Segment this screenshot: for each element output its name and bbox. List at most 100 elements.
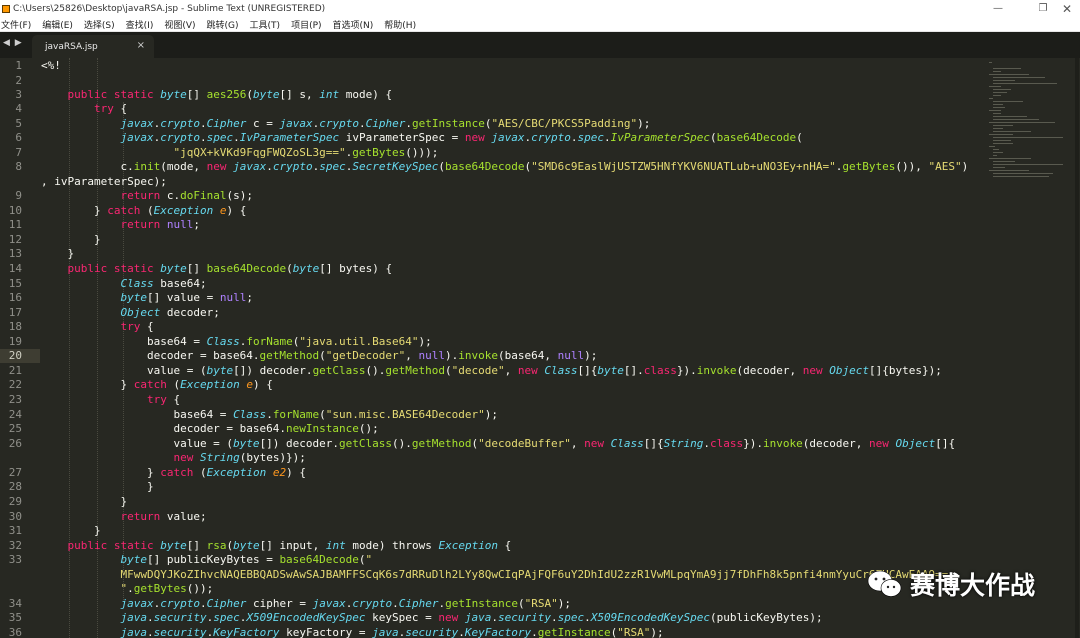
line-number: 27 [8,466,22,479]
minimap-line [993,176,1049,177]
line-number: 32 [8,539,22,552]
line-number: 23 [8,393,22,406]
code-line-32: public static byte[] rsa(byte[] input, i… [67,539,512,552]
line-number: 14 [8,262,22,275]
menu-preferences[interactable]: 首选项(N) [333,18,374,31]
code-line-4: try { [93,102,128,115]
minimap-line [993,80,1015,81]
minimap-line [993,152,1003,153]
minimap-line [989,146,995,147]
minimap-line [993,107,1005,108]
line-number: 17 [8,306,22,319]
code-line-15: Class base64; [120,277,207,290]
code-line-13: } [41,247,75,260]
minimap-line [989,110,1001,111]
minimap[interactable] [985,58,1080,218]
code-line-28: } [41,480,154,493]
minimap-line [993,125,1013,126]
menu-file[interactable]: 文件(F) [1,18,31,31]
code-line-35: java.security.spec.X509EncodedKeySpec ke… [120,611,823,624]
code-line-9: return c.doFinal(s); [120,189,253,202]
menu-edit[interactable]: 编辑(E) [42,18,73,31]
minimap-line [993,149,999,150]
minimap-line [993,83,1057,84]
line-number: 11 [8,218,22,231]
code-line-17: Object decoder; [120,306,220,319]
watermark-text: 赛博大作战 [910,571,1036,600]
menu-goto[interactable]: 跳转(G) [207,18,239,31]
menu-view[interactable]: 视图(V) [164,18,195,31]
minimap-line [993,143,1013,144]
line-number: 2 [15,74,22,87]
code-area[interactable]: <%! public static byte[] aes256(byte[] s… [41,58,985,638]
wechat-logo-icon [867,570,902,597]
menu-selection[interactable]: 选择(S) [84,18,115,31]
tab-javarsa-jsp[interactable]: javaRSA.jsp × [32,35,154,58]
tab-bar: ◀ ▶ javaRSA.jsp × [0,32,1080,58]
line-number: 26 [8,437,22,450]
minimap-line [993,116,1027,117]
code-line-26: value = (byte[]) decoder.getClass().getM… [41,437,956,450]
menu-find[interactable]: 查找(I) [126,18,154,31]
minimap-line [993,161,1015,162]
line-number: 28 [8,480,22,493]
code-editor[interactable]: 1 2 3 4 5 6 7 8 9 10 11 12 13 14 15 16 17 18 19 20 21 22 23 24 2… [0,58,1080,638]
minimap-line [989,158,1031,159]
line-number: 35 [8,611,22,624]
line-number: 3 [15,88,22,101]
code-line-21: value = (byte[]) decoder.getClass().getM… [41,364,942,377]
sublime-app-icon [2,4,10,13]
minimap-line [989,62,992,63]
minimap-line [993,173,1053,174]
code-line-5: javax.crypto.Cipher c = javax.crypto.Cip… [120,117,651,130]
minimap-line [989,134,1013,135]
line-number-gutter: 1 2 3 4 5 6 7 8 9 10 11 12 13 14 15 16 17 18 19 20 21 22 23 24 2… [0,58,36,638]
minimap-line [989,98,993,99]
menu-help[interactable]: 帮助(H) [384,18,416,31]
window-title: C:\Users\25826\Desktop\javaRSA.jsp - Sub… [13,3,326,14]
code-line-33-wrap-1: MFwwDQYJKoZIhvcNAQEBBQADSwAwSAJBAMFFSCqK… [120,568,949,581]
code-line-8-wrap: , ivParameterSpec); [41,175,167,188]
tab-title: javaRSA.jsp [45,42,98,52]
line-number: 16 [8,291,22,304]
code-line-33-wrap-2: ".getBytes()); [120,582,214,595]
line-number: 8 [15,160,22,173]
line-number: 24 [8,408,22,421]
code-line-27: } catch (Exception e2) { [41,466,306,479]
minimap-line [993,95,1001,96]
code-line-6: javax.crypto.spec.IvParameterSpec ivPara… [120,131,803,144]
code-line-7: "jqQX+kVKd9FqgFWQZoSL3g==".getBytes())); [173,146,439,159]
line-number: 5 [15,117,22,130]
menu-bar: 文件(F) 编辑(E) 选择(S) 查找(I) 视图(V) 跳转(G) 工具(T… [0,17,1080,32]
line-number: 29 [8,495,22,508]
minimap-line [993,77,1045,78]
code-line-18: try { [120,320,154,333]
menu-tools[interactable]: 工具(T) [250,18,281,31]
wechat-watermark: 赛博大作战 [866,566,1035,602]
minimap-line [993,89,1011,90]
line-number: 20 [8,349,22,362]
minimap-line [989,86,1001,87]
line-number: 13 [8,247,22,260]
code-line-11: return null; [120,218,200,231]
title-bar: C:\Users\25826\Desktop\javaRSA.jsp - Sub… [0,0,1080,17]
code-line-31: } [41,524,101,537]
minimize-icon[interactable]: — [983,0,1013,17]
code-line-22: } catch (Exception e) { [41,378,273,391]
tab-navigation-arrows-icon[interactable]: ◀ ▶ [3,38,23,48]
tab-close-icon[interactable]: × [137,40,145,51]
minimap-line [993,167,1005,168]
minimap-line [993,137,1063,138]
code-line-24: base64 = Class.forName("sun.misc.BASE64D… [41,408,498,421]
close-icon[interactable]: ✕ [1052,0,1080,17]
minimap-line [989,170,1029,171]
line-number: 34 [8,597,22,610]
line-number: 6 [15,131,22,144]
code-line-12: } [41,233,101,246]
menu-project[interactable]: 项目(P) [291,18,321,31]
code-line-8: c.init(mode, new javax.crypto.spec.Secre… [41,160,969,173]
vertical-scrollbar[interactable] [1075,58,1079,638]
minimap-line [989,122,1055,123]
line-number: 12 [8,233,22,246]
line-number: 1 [15,59,22,72]
